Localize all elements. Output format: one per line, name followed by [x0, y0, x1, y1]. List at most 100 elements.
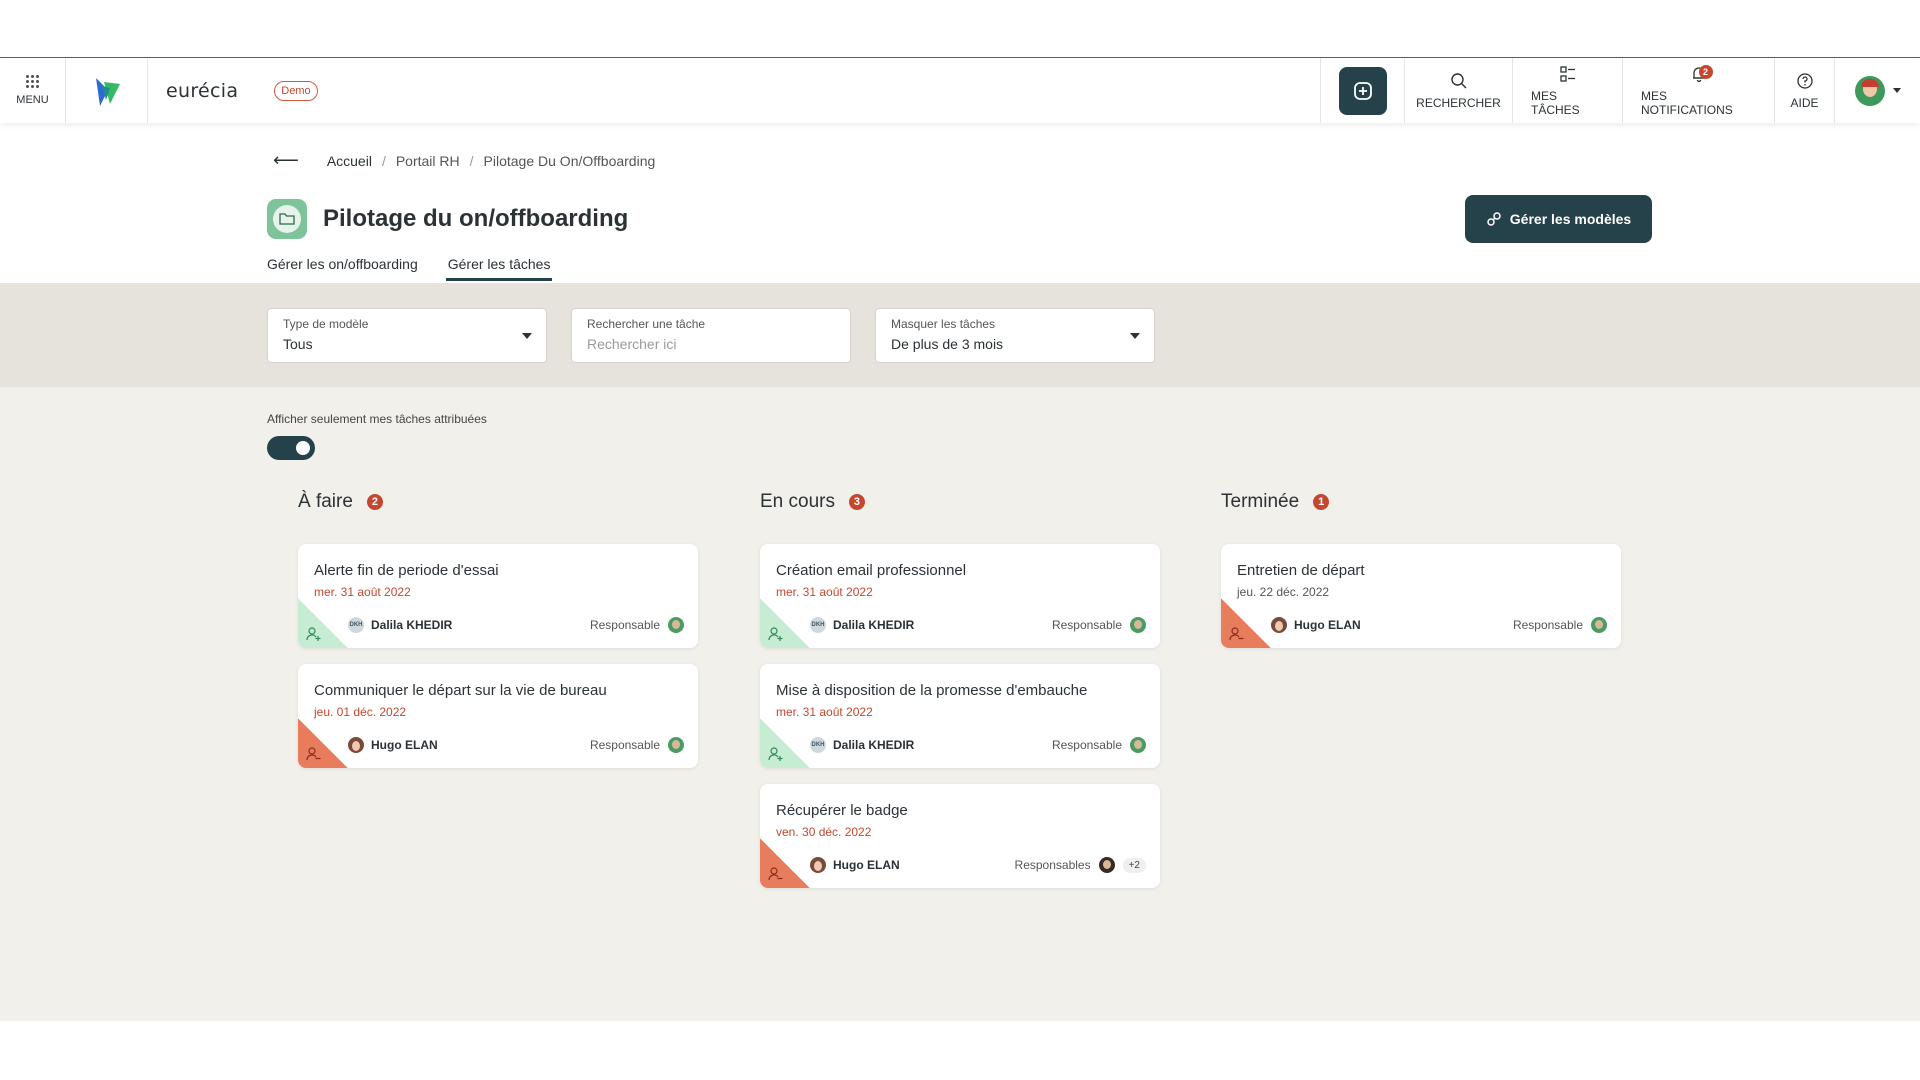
- bottom-whitespace: [0, 1021, 1920, 1080]
- tab-manage-tasks[interactable]: Gérer les tâches: [445, 256, 553, 281]
- task-card[interactable]: Alerte fin de periode d'essai mer. 31 ao…: [298, 544, 698, 648]
- breadcrumb-separator: /: [469, 152, 474, 169]
- task-title: Mise à disposition de la promesse d'emba…: [776, 682, 1088, 699]
- task-search-input[interactable]: Rechercher une tâche Rechercher ici: [571, 308, 851, 363]
- chevron-down-icon: [1892, 88, 1901, 93]
- my-tasks-toggle[interactable]: [267, 436, 315, 460]
- task-date: mer. 31 août 2022: [314, 585, 411, 599]
- user-avatar[interactable]: [1854, 75, 1885, 106]
- column-title: À faire: [298, 491, 353, 512]
- column-header: Terminée 1: [1221, 488, 1621, 516]
- task-card[interactable]: Communiquer le départ sur la vie de bure…: [298, 664, 698, 768]
- person-name: Hugo ELAN: [371, 738, 438, 752]
- grid-menu-icon: [26, 75, 39, 88]
- task-date: mer. 31 août 2022: [776, 585, 873, 599]
- brand: eurécia Demo: [148, 58, 318, 123]
- task-person: Hugo ELAN: [810, 857, 900, 873]
- help-icon: [1796, 72, 1813, 89]
- responsible-avatar: [1098, 857, 1115, 873]
- person-name: Dalila KHEDIR: [833, 618, 915, 632]
- person-add-icon: [768, 747, 783, 761]
- tab-manage-onoffboarding[interactable]: Gérer les on/offboarding: [267, 256, 418, 281]
- my-tasks-button[interactable]: MES TÂCHES: [1512, 58, 1622, 123]
- quick-add-button[interactable]: [1338, 66, 1387, 115]
- model-type-label: Type de modèle: [283, 317, 369, 331]
- task-title: Alerte fin de periode d'essai: [314, 562, 499, 579]
- task-responsible: Responsables +2: [1015, 857, 1146, 873]
- person-add-icon: [306, 627, 321, 641]
- breadcrumb-home[interactable]: Accueil: [327, 153, 372, 169]
- filters-bar: Type de modèle Tous Rechercher une tâche…: [0, 283, 1920, 387]
- column-count-badge: 1: [1313, 494, 1330, 510]
- breadcrumb: ⟵ Accueil / Portail RH / Pilotage Du On/…: [273, 150, 655, 171]
- menu-label: MENU: [16, 94, 49, 106]
- dropdown-caret-icon: [522, 333, 532, 339]
- column-done: Terminée 1 Entretien de départ jeu. 22 d…: [1221, 488, 1621, 648]
- task-card[interactable]: Entretien de départ jeu. 22 déc. 2022 Hu…: [1221, 544, 1621, 648]
- responsible-label: Responsable: [1512, 618, 1583, 632]
- breadcrumb-portail-rh[interactable]: Portail RH: [396, 153, 460, 169]
- column-title: Terminée: [1221, 491, 1300, 512]
- task-person: DKH Dalila KHEDIR: [348, 617, 452, 633]
- responsible-label: Responsable: [1051, 618, 1122, 632]
- task-search-label: Rechercher une tâche: [587, 317, 706, 331]
- person-name: Dalila KHEDIR: [833, 738, 915, 752]
- task-title: Création email professionnel: [776, 562, 967, 579]
- person-remove-icon: [306, 747, 321, 761]
- back-arrow-icon[interactable]: ⟵: [273, 150, 299, 171]
- quick-add-area: [1320, 58, 1404, 123]
- person-avatar: [810, 857, 826, 873]
- manage-models-button[interactable]: Gérer les modèles: [1465, 195, 1652, 243]
- task-date: jeu. 22 déc. 2022: [1237, 585, 1330, 599]
- responsible-avatar: [1591, 617, 1607, 633]
- task-search-placeholder: Rechercher ici: [587, 336, 677, 352]
- title-row: Pilotage du on/offboarding: [267, 199, 628, 239]
- eurecia-logo-icon[interactable]: [66, 58, 148, 123]
- hide-tasks-label: Masquer les tâches: [891, 317, 996, 331]
- responsible-label: Responsables: [1014, 858, 1091, 872]
- column-count-badge: 2: [366, 494, 383, 510]
- page-title: Pilotage du on/offboarding: [323, 205, 629, 232]
- person-avatar: DKH: [348, 617, 364, 633]
- column-header: À faire 2: [298, 488, 698, 516]
- responsible-label: Responsable: [589, 738, 660, 752]
- extra-responsibles-count[interactable]: +2: [1122, 857, 1146, 873]
- person-name: Hugo ELAN: [833, 858, 900, 872]
- plus-circle-icon: [1353, 81, 1372, 100]
- column-todo: À faire 2 Alerte fin de periode d'essai …: [298, 488, 698, 768]
- help-button[interactable]: AIDE: [1774, 58, 1834, 123]
- brand-name[interactable]: eurécia: [166, 80, 238, 102]
- task-person: Hugo ELAN: [348, 737, 438, 753]
- task-card[interactable]: Création email professionnel mer. 31 aoû…: [760, 544, 1160, 648]
- task-person: DKH Dalila KHEDIR: [810, 617, 914, 633]
- my-tasks-toggle-label: Afficher seulement mes tâches attribuées: [267, 412, 487, 426]
- task-title: Communiquer le départ sur la vie de bure…: [314, 682, 607, 699]
- task-date: mer. 31 août 2022: [776, 705, 873, 719]
- tasks-checklist-icon: [1559, 65, 1575, 82]
- task-card[interactable]: Récupérer le badge ven. 30 déc. 2022 Hug…: [760, 784, 1160, 888]
- column-in-progress: En cours 3 Création email professionnel …: [760, 488, 1160, 888]
- task-title: Entretien de départ: [1237, 562, 1365, 579]
- link-icon: [1487, 212, 1501, 226]
- hide-tasks-select[interactable]: Masquer les tâches De plus de 3 mois: [875, 308, 1155, 363]
- task-card[interactable]: Mise à disposition de la promesse d'emba…: [760, 664, 1160, 768]
- column-title: En cours: [760, 491, 835, 512]
- folder-icon: [267, 199, 307, 239]
- person-name: Dalila KHEDIR: [371, 618, 453, 632]
- menu-button[interactable]: MENU: [0, 58, 66, 123]
- search-button[interactable]: RECHERCHER: [1404, 58, 1512, 123]
- user-menu[interactable]: [1834, 58, 1920, 123]
- responsible-avatar: [668, 737, 684, 753]
- model-type-value: Tous: [283, 336, 313, 352]
- search-label: RECHERCHER: [1416, 95, 1501, 110]
- task-title: Récupérer le badge: [776, 802, 908, 819]
- responsible-avatar: [1130, 617, 1146, 633]
- model-type-select[interactable]: Type de modèle Tous: [267, 308, 547, 363]
- breadcrumb-current: Pilotage Du On/Offboarding: [483, 152, 656, 169]
- notifications-button[interactable]: 2 MES NOTIFICATIONS: [1622, 58, 1774, 123]
- top-whitespace: [0, 0, 1920, 58]
- person-remove-icon: [768, 867, 783, 881]
- column-header: En cours 3: [760, 488, 1160, 516]
- task-date: jeu. 01 déc. 2022: [314, 705, 407, 719]
